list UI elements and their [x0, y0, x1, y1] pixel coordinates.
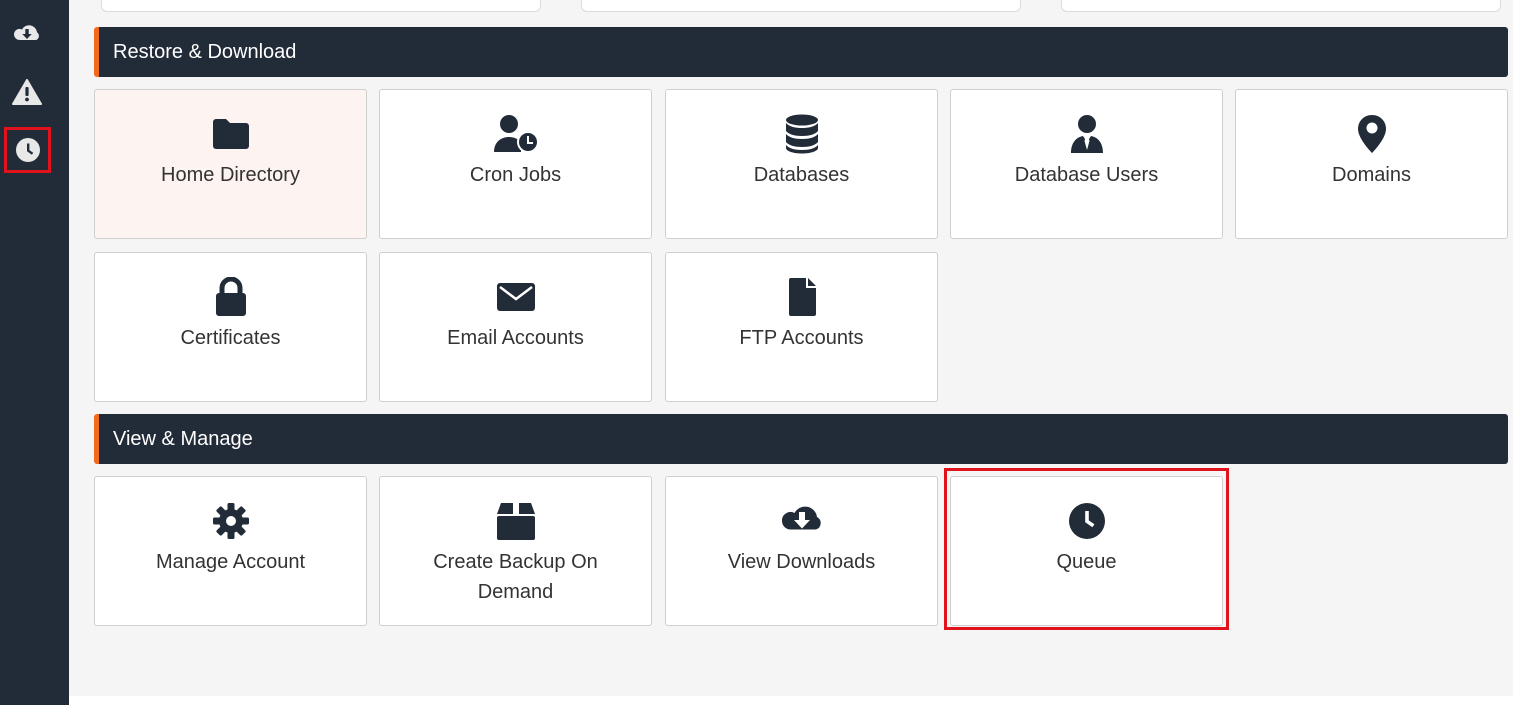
tile-label: Database Users	[1014, 164, 1159, 186]
map-marker-icon	[1357, 114, 1387, 154]
tile-email-accounts[interactable]: Email Accounts	[379, 252, 652, 402]
database-icon	[785, 114, 819, 154]
tile-create-backup[interactable]: Create Backup On Demand	[379, 476, 652, 626]
cloud-download-icon	[778, 501, 826, 541]
box-icon	[496, 501, 536, 541]
tile-certificates[interactable]: Certificates	[94, 252, 367, 402]
section-header-restore: Restore & Download	[94, 27, 1508, 77]
tile-label: Databases	[753, 164, 850, 186]
tile-label: View Downloads	[727, 551, 876, 573]
tile-label: Cron Jobs	[469, 164, 562, 186]
tile-view-downloads[interactable]: View Downloads	[665, 476, 938, 626]
folder-icon	[211, 114, 251, 154]
warning-icon	[12, 79, 42, 105]
top-card-partial	[581, 0, 1021, 12]
gear-icon	[212, 501, 250, 541]
tile-label: Email Accounts	[447, 327, 584, 349]
clock-icon	[15, 137, 41, 163]
top-card-partial	[101, 0, 541, 12]
tile-label: Queue	[1056, 551, 1117, 573]
sidebar-item-queue[interactable]	[4, 127, 51, 173]
tile-label: Certificates	[180, 327, 281, 349]
section-title: Restore & Download	[113, 40, 297, 63]
top-card-partial	[1061, 0, 1501, 12]
cloud-download-icon	[11, 22, 43, 46]
user-tie-icon	[1069, 114, 1105, 154]
tile-cron-jobs[interactable]: Cron Jobs	[379, 89, 652, 239]
tile-label: Domains	[1332, 164, 1411, 186]
tile-label: Home Directory	[161, 164, 300, 186]
tile-home-directory[interactable]: Home Directory	[94, 89, 367, 239]
user-clock-icon	[492, 114, 540, 154]
sidebar-item-alerts[interactable]	[7, 72, 47, 112]
lock-icon	[214, 277, 248, 317]
tile-manage-account[interactable]: Manage Account	[94, 476, 367, 626]
file-icon	[787, 277, 817, 317]
tile-ftp-accounts[interactable]: FTP Accounts	[665, 252, 938, 402]
clock-icon	[1068, 501, 1106, 541]
tile-label: FTP Accounts	[739, 327, 864, 349]
envelope-icon	[496, 277, 536, 317]
main-content: Restore & Download Home Directory Cron J…	[69, 0, 1513, 696]
tile-queue[interactable]: Queue	[950, 476, 1223, 626]
sidebar	[0, 0, 69, 705]
tile-label: Manage Account	[156, 551, 305, 573]
section-title: View & Manage	[113, 427, 253, 450]
section-header-manage: View & Manage	[94, 414, 1508, 464]
tile-databases[interactable]: Databases	[665, 89, 938, 239]
tile-database-users[interactable]: Database Users	[950, 89, 1223, 239]
tile-label: Create Backup On Demand	[433, 551, 598, 603]
tile-domains[interactable]: Domains	[1235, 89, 1508, 239]
sidebar-item-downloads[interactable]	[7, 14, 47, 54]
